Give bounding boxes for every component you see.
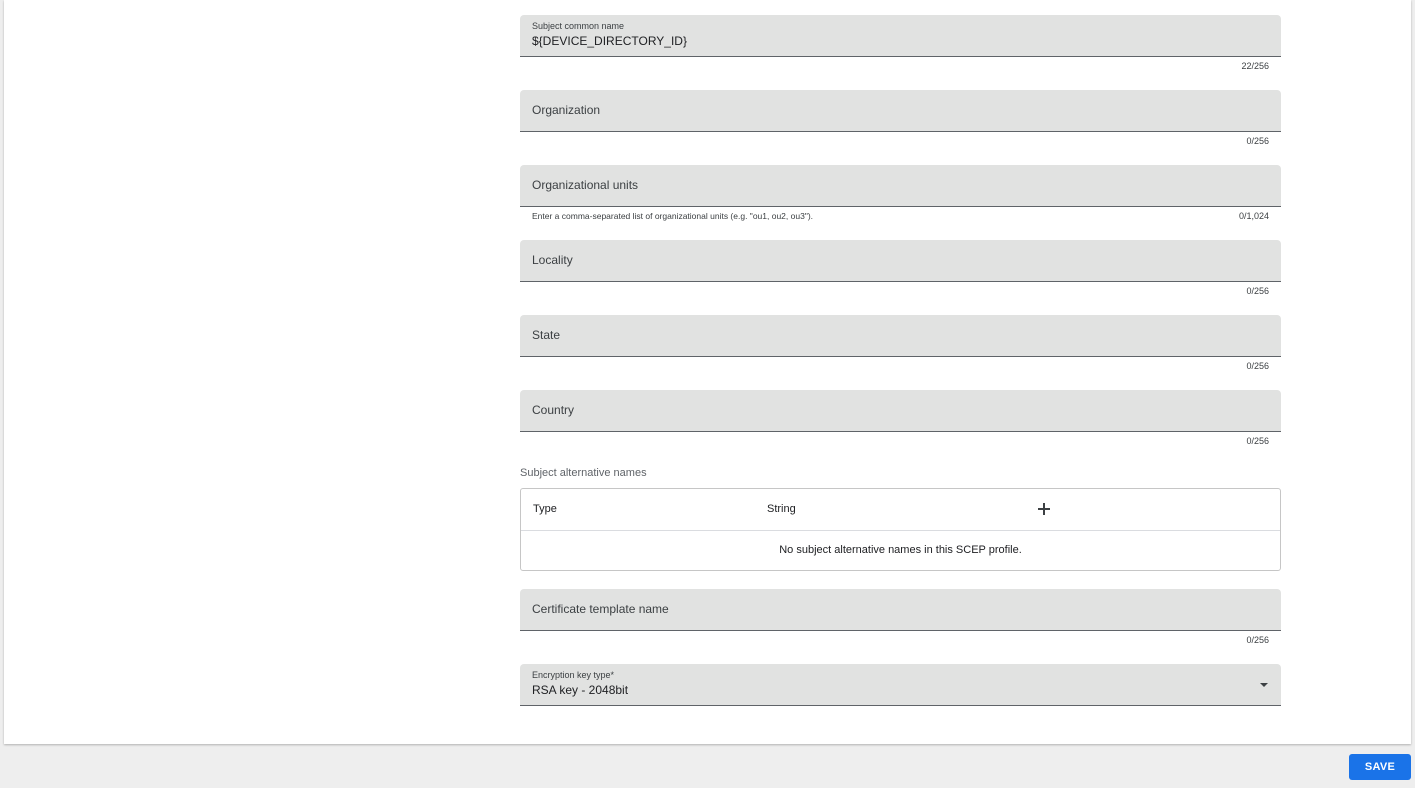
country-label: Country xyxy=(532,403,575,417)
organization-field[interactable]: Organization xyxy=(520,90,1281,132)
subject-alternative-names-table: Type String No subject alternative names… xyxy=(520,488,1281,571)
state-counter: 0/256 xyxy=(1246,361,1269,371)
country-counter: 0/256 xyxy=(1246,436,1269,446)
save-button[interactable]: SAVE xyxy=(1349,754,1411,780)
encryption-key-type-label: Encryption key type* xyxy=(532,670,615,680)
organization-label: Organization xyxy=(532,103,601,117)
dropdown-arrow-icon[interactable] xyxy=(1260,683,1268,687)
state-field[interactable]: State xyxy=(520,315,1281,357)
locality-field[interactable]: Locality xyxy=(520,240,1281,282)
subject-common-name-counter: 22/256 xyxy=(1241,61,1269,71)
organizational-units-counter: 0/1,024 xyxy=(1238,211,1269,221)
organizational-units-field[interactable]: Organizational units xyxy=(520,165,1281,207)
subject-alternative-names-heading: Subject alternative names xyxy=(520,467,647,479)
add-san-plus-icon[interactable] xyxy=(1033,498,1055,520)
locality-counter: 0/256 xyxy=(1246,286,1269,296)
organizational-units-hint: Enter a comma-separated list of organiza… xyxy=(532,211,814,221)
subject-common-name-label: Subject common name xyxy=(532,21,625,31)
encryption-key-type-select[interactable]: Encryption key type* RSA key - 2048bit xyxy=(520,664,1281,706)
encryption-key-type-value: RSA key - 2048bit xyxy=(532,683,629,697)
organization-counter: 0/256 xyxy=(1246,136,1269,146)
column-header-string: String xyxy=(767,503,796,515)
state-label: State xyxy=(532,328,561,342)
certificate-template-name-label: Certificate template name xyxy=(532,602,669,616)
column-header-type: Type xyxy=(533,503,557,515)
certificate-template-name-counter: 0/256 xyxy=(1246,635,1269,645)
empty-table-message: No subject alternative names in this SCE… xyxy=(779,544,1022,556)
subject-common-name-field[interactable]: Subject common name ${DEVICE_DIRECTORY_I… xyxy=(520,15,1281,57)
subject-common-name-value: ${DEVICE_DIRECTORY_ID} xyxy=(532,34,687,48)
organizational-units-label: Organizational units xyxy=(532,178,639,192)
locality-label: Locality xyxy=(532,253,573,267)
table-header: Type String xyxy=(521,489,1280,531)
country-field[interactable]: Country xyxy=(520,390,1281,432)
certificate-template-name-field[interactable]: Certificate template name xyxy=(520,589,1281,631)
